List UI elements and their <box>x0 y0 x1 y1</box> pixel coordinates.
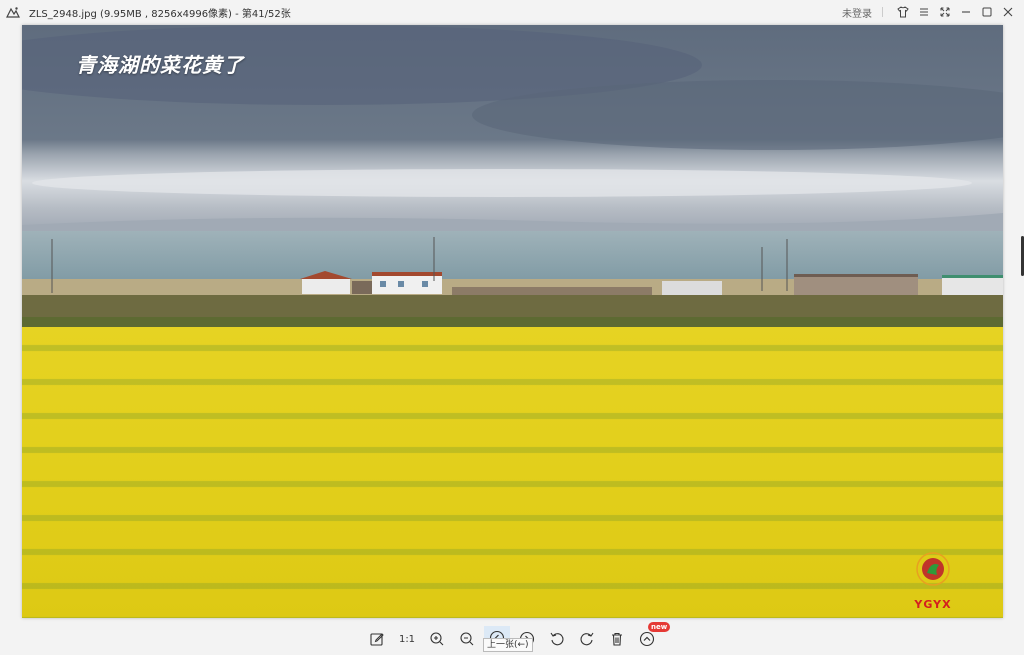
fullscreen-icon[interactable] <box>935 2 955 22</box>
shirt-icon[interactable] <box>893 2 913 22</box>
photo-caption: 青海湖的菜花黄了 <box>76 53 244 77</box>
edit-icon <box>370 633 384 646</box>
previous-tooltip: 上一张(←) <box>483 638 533 652</box>
actual-size-label: 1:1 <box>398 633 416 645</box>
menu-icon[interactable] <box>914 2 934 22</box>
rotate-left-button[interactable] <box>544 626 570 652</box>
app-logo-icon <box>6 5 20 19</box>
title-controls: 未登录 <box>842 0 1024 24</box>
minimize-icon[interactable] <box>956 2 976 22</box>
zoom-out-button[interactable] <box>454 626 480 652</box>
login-link[interactable]: 未登录 <box>842 5 872 20</box>
image-viewer[interactable]: 青海湖的菜花黄了 YGYX <box>22 25 1003 618</box>
rooster-logo-icon <box>916 552 950 586</box>
photo <box>22 25 1003 618</box>
watermark-text: YGYX <box>914 598 952 611</box>
maximize-icon[interactable] <box>977 2 997 22</box>
rotate-left-icon <box>550 632 564 646</box>
new-badge: new <box>648 622 671 632</box>
window-title: ZLS_2948.jpg (9.95MB , 8256x4996像素) - 第4… <box>29 8 291 20</box>
rotate-right-icon <box>580 632 594 646</box>
delete-button[interactable] <box>604 626 630 652</box>
zoom-out-icon <box>460 632 474 646</box>
title-bar: ZLS_2948.jpg (9.95MB , 8256x4996像素) - 第4… <box>0 0 1024 24</box>
watermark: YGYX <box>902 549 964 611</box>
zoom-in-icon <box>430 632 444 646</box>
delete-icon <box>612 632 622 646</box>
title-separator <box>882 7 883 17</box>
zoom-in-button[interactable] <box>424 626 450 652</box>
more-button[interactable]: new <box>634 622 671 652</box>
more-icon <box>639 631 655 647</box>
rotate-right-button[interactable] <box>574 626 600 652</box>
actual-size-button[interactable]: 1:1 <box>394 626 420 652</box>
close-icon[interactable] <box>998 2 1018 22</box>
edit-button[interactable] <box>364 626 390 652</box>
